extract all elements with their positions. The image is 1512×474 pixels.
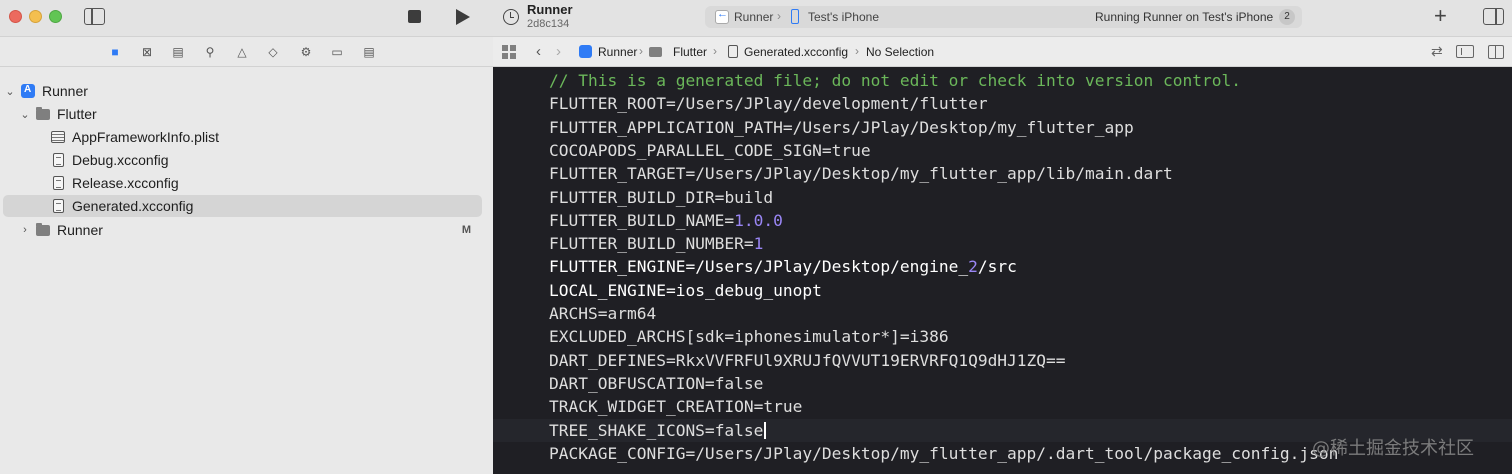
text-caret <box>764 421 766 439</box>
breadcrumb-file[interactable]: Generated.xcconfig <box>744 45 848 59</box>
tree-item-flutter-folder[interactable]: ⌄ Flutter <box>0 103 493 125</box>
code-line[interactable]: ARCHS=arm64 <box>549 302 656 325</box>
tree-item-appframeworkinfo[interactable]: AppFrameworkInfo.plist <box>0 126 493 148</box>
editor-area: Runner 2d8c134 Runner › Test's iPhone Ru… <box>493 0 1512 474</box>
tree-item-label: Debug.xcconfig <box>72 152 169 168</box>
jump-bar: ‹ › Runner › Flutter › Generated.xcconfi… <box>493 37 1512 67</box>
line-gutter <box>493 67 542 474</box>
code-line[interactable]: PACKAGE_CONFIG=/Users/JPlay/Desktop/my_f… <box>549 442 1338 465</box>
stop-button[interactable] <box>408 10 421 23</box>
forward-arrow-icon[interactable]: › <box>556 43 561 60</box>
tree-item-runner-folder[interactable]: › Runner M <box>0 219 493 241</box>
zoom-window-button[interactable] <box>49 10 62 23</box>
tree-item-label: Runner <box>42 83 88 99</box>
code-line[interactable]: TRACK_WIDGET_CREATION=true <box>549 395 802 418</box>
modified-badge: M <box>461 224 471 236</box>
chevron-down-icon[interactable]: ⌄ <box>5 85 15 98</box>
code-line[interactable]: FLUTTER_ROOT=/Users/JPlay/development/fl… <box>549 92 988 115</box>
code-line[interactable]: FLUTTER_ENGINE=/Users/JPlay/Desktop/engi… <box>549 255 1017 278</box>
tree-item-label: Flutter <box>57 106 97 122</box>
source-control-icon[interactable]: ⊠ <box>139 44 155 59</box>
inspector-toggle-icon[interactable] <box>1483 8 1504 25</box>
code-line[interactable]: FLUTTER_APPLICATION_PATH=/Users/JPlay/De… <box>549 116 1134 139</box>
code-line[interactable]: FLUTTER_BUILD_NUMBER=1 <box>549 232 763 255</box>
minimize-window-button[interactable] <box>29 10 42 23</box>
editor-options-icon[interactable] <box>1456 45 1474 58</box>
breadcrumb-folder[interactable]: Flutter <box>673 45 707 59</box>
watermark: @稀土掘金技术社区 <box>1312 438 1474 459</box>
tree-item-runner-project[interactable]: ⌄ Runner <box>0 80 493 102</box>
code-line[interactable]: FLUTTER_BUILD_NAME=1.0.0 <box>549 209 783 232</box>
code-line[interactable]: FLUTTER_TARGET=/Users/JPlay/Desktop/my_f… <box>549 162 1173 185</box>
code-line[interactable]: // This is a generated file; do not edit… <box>549 69 1241 92</box>
back-arrow-icon[interactable]: ‹ <box>536 43 541 60</box>
split-editor-icon[interactable] <box>1488 45 1504 59</box>
tree-item-generated-xcconfig[interactable]: Generated.xcconfig <box>3 195 482 217</box>
navigator-pane: ■ ⊠ ▤ ⚲ △ ◇ ⚙ ▭ ▤ ⌄ Runner ⌄ Flutter App… <box>0 0 493 474</box>
file-icon <box>53 176 64 190</box>
chevron-right-icon[interactable]: › <box>20 224 30 236</box>
chevron-right-icon: › <box>777 9 781 23</box>
activity-count-badge[interactable]: 2 <box>1279 9 1295 25</box>
tree-item-label: AppFrameworkInfo.plist <box>72 129 220 145</box>
commit-hash: 2d8c134 <box>527 18 570 30</box>
add-icon[interactable]: + <box>1434 5 1447 27</box>
file-icon <box>53 199 64 213</box>
plist-icon <box>51 131 65 143</box>
chevron-right-icon: › <box>639 44 643 58</box>
code-line[interactable]: DART_OBFUSCATION=false <box>549 372 763 395</box>
tree-item-label: Release.xcconfig <box>72 175 179 191</box>
code-editor[interactable]: // This is a generated file; do not edit… <box>493 67 1512 474</box>
clock-icon[interactable] <box>503 9 519 25</box>
file-icon <box>728 45 738 58</box>
navigator-selector-bar: ■ ⊠ ▤ ⚲ △ ◇ ⚙ ▭ ▤ <box>0 37 493 67</box>
code-line[interactable]: LOCAL_ENGINE=ios_debug_unopt <box>549 279 822 302</box>
scheme-icon <box>715 8 729 24</box>
search-icon[interactable]: ⚲ <box>202 44 218 59</box>
run-status-text: Running Runner on Test's iPhone <box>1095 10 1274 24</box>
code-line[interactable]: COCOAPODS_PARALLEL_CODE_SIGN=true <box>549 139 871 162</box>
code-line[interactable]: FLUTTER_BUILD_DIR=build <box>549 186 773 209</box>
project-name: Runner <box>527 2 573 17</box>
code-line[interactable]: DART_DEFINES=RkxVVFRFUl9XRUJfQVVUT19ERVR… <box>549 349 1066 372</box>
sidebar-toggle-icon[interactable] <box>84 8 105 25</box>
close-window-button[interactable] <box>9 10 22 23</box>
code-line[interactable]: TREE_SHAKE_ICONS=false <box>549 419 766 442</box>
debug-icon[interactable]: ⚙ <box>298 44 314 59</box>
app-icon <box>21 84 35 98</box>
warning-icon[interactable]: △ <box>234 44 250 59</box>
device-selector[interactable]: Test's iPhone <box>808 10 879 24</box>
symbol-icon[interactable]: ▤ <box>170 44 186 59</box>
app-icon <box>579 45 592 58</box>
chevron-right-icon: › <box>855 44 859 58</box>
chevron-down-icon[interactable]: ⌄ <box>20 108 30 121</box>
swap-arrows-icon[interactable]: ⇄ <box>1431 43 1443 60</box>
activity-status-bar[interactable]: Runner › Test's iPhone Running Runner on… <box>705 6 1302 28</box>
tree-item-release-xcconfig[interactable]: Release.xcconfig <box>0 172 493 194</box>
run-button[interactable] <box>456 9 470 25</box>
breadcrumb-selection[interactable]: No Selection <box>866 45 934 59</box>
window-toolbar: Runner 2d8c134 Runner › Test's iPhone Ru… <box>493 0 1512 37</box>
breadcrumb-project[interactable]: Runner <box>598 45 637 59</box>
file-icon <box>53 153 64 167</box>
iphone-icon <box>791 9 799 24</box>
code-line[interactable]: EXCLUDED_ARCHS[sdk=iphonesimulator*]=i38… <box>549 325 949 348</box>
folder-icon <box>649 47 662 57</box>
chevron-right-icon: › <box>713 44 717 58</box>
related-items-grid-icon[interactable] <box>502 45 516 59</box>
folder-icon[interactable]: ■ <box>107 44 123 59</box>
test-icon[interactable]: ◇ <box>265 44 281 59</box>
tree-item-label: Runner <box>57 222 103 238</box>
folder-icon <box>36 222 50 236</box>
scheme-selector[interactable]: Runner <box>734 10 773 24</box>
breakpoint-icon[interactable]: ▭ <box>329 44 345 59</box>
tree-item-label: Generated.xcconfig <box>72 198 194 214</box>
tree-item-debug-xcconfig[interactable]: Debug.xcconfig <box>0 149 493 171</box>
folder-icon <box>36 106 50 120</box>
window-titlebar <box>0 0 493 37</box>
report-icon[interactable]: ▤ <box>361 44 377 59</box>
